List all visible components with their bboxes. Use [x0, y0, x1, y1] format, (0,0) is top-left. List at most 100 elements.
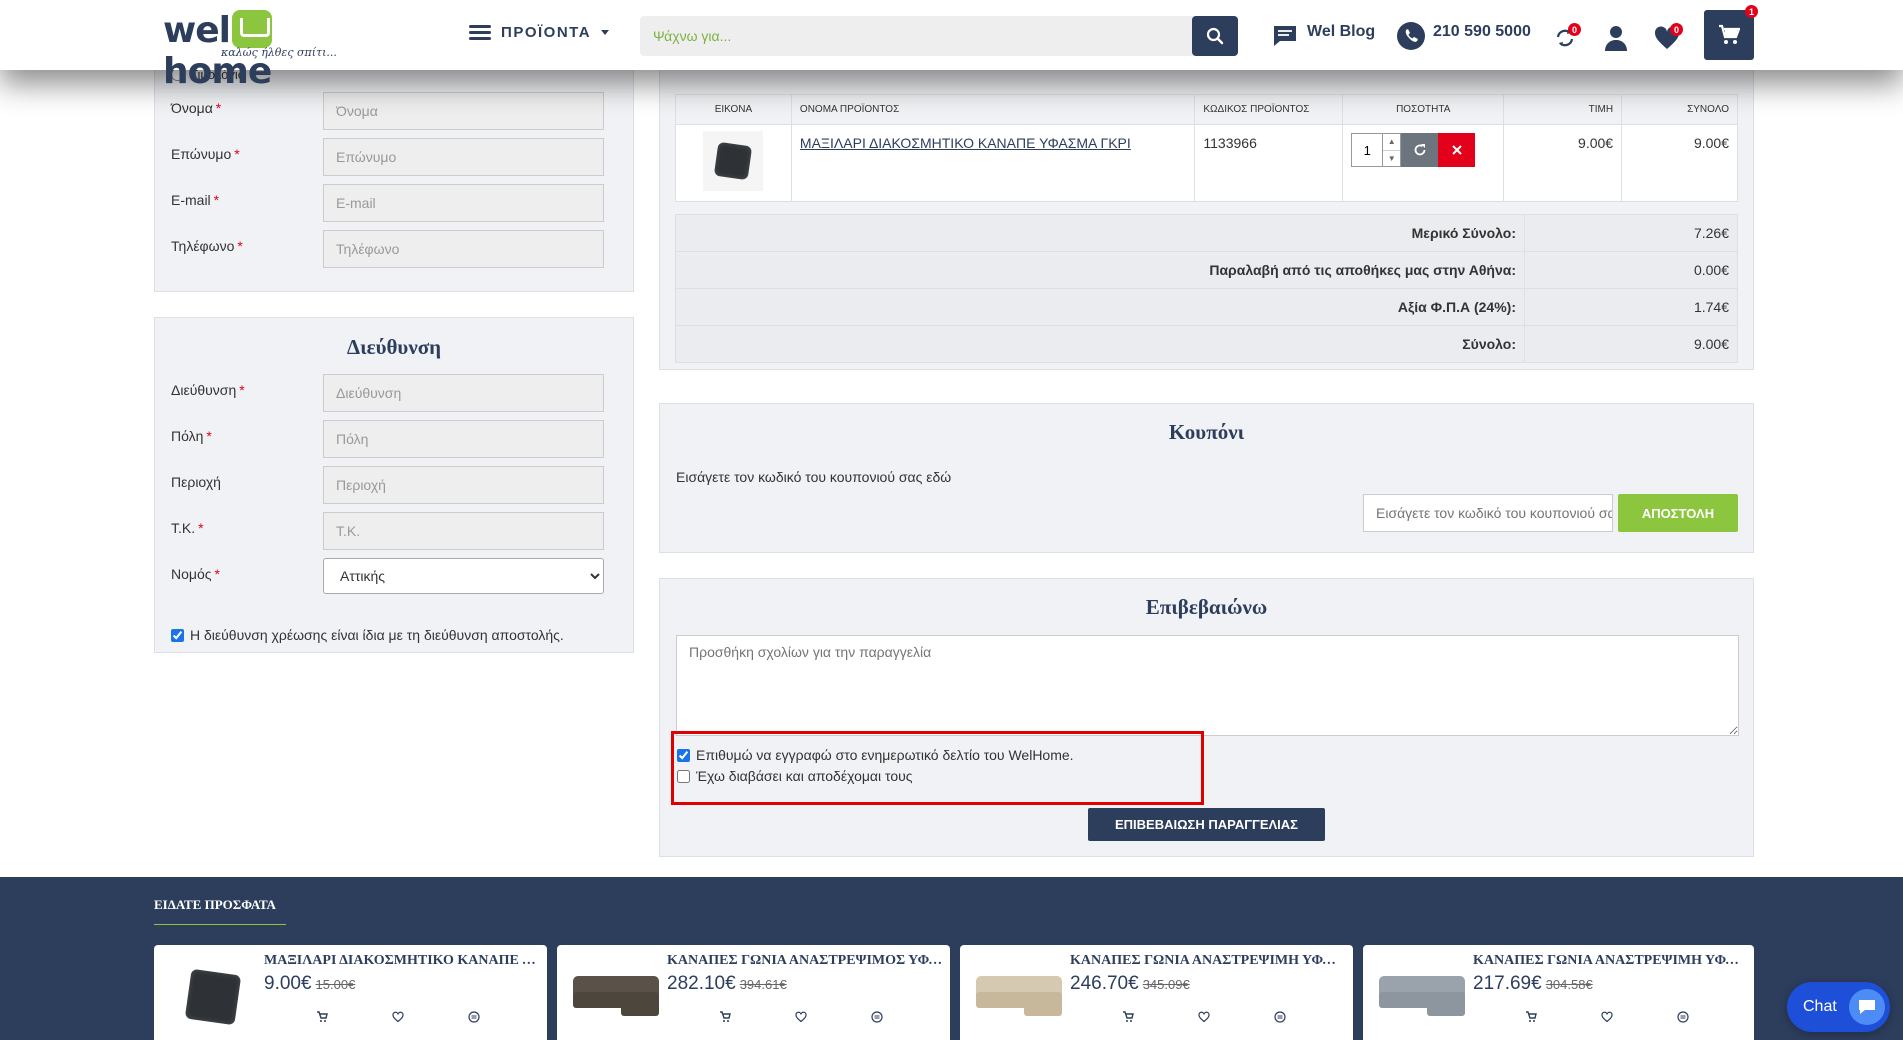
email-field[interactable] [323, 184, 604, 222]
same-billing-checkbox[interactable] [171, 628, 184, 642]
newsletter-option[interactable]: Επιθυμώ να εγγραφώ στο ενημερωτικό δελτί… [677, 747, 1074, 763]
compare-icon[interactable] [869, 1009, 885, 1025]
recent-product-card[interactable]: ΚΑΝΑΠΕΣ ΓΩΝΙΑ ΑΝΑΣΤΡΕΨΙΜΟΣ ΥΦΑΣΜΑ 282.10… [557, 945, 950, 1040]
newsletter-checkbox[interactable] [677, 748, 690, 762]
compare-icon[interactable] [1272, 1009, 1288, 1025]
totals-row: Σύνολο: 9.00€ [675, 325, 1738, 363]
add-to-cart-icon[interactable] [717, 1009, 733, 1025]
terms-checkbox[interactable] [677, 769, 690, 783]
recent-product-price: 217.69€ 304.58€ [1473, 973, 1593, 994]
phone-label: Τηλέφωνο * [171, 238, 243, 254]
recent-product-old-price: 345.09€ [1142, 977, 1190, 992]
quantity-spinner[interactable]: ▲ ▼ [1383, 133, 1402, 167]
recently-viewed-section: ΕΙΔΑΤΕ ΠΡΟΣΦΑΤΑ ΜΑΞΙΛΑΡΙ ΔΙΑΚΟΣΜΗΤΙΚΟ ΚΑ… [0, 877, 1903, 1040]
search-input[interactable] [640, 16, 1192, 56]
prefecture-select[interactable]: Αττικής [323, 558, 604, 594]
same-billing-option[interactable]: Η διεύθυνση χρέωσης είναι ίδια με τη διε… [171, 627, 564, 643]
subtotal-value: 7.26€ [1524, 214, 1738, 252]
chair-logo-icon [232, 10, 273, 48]
recent-product-actions [314, 1009, 482, 1025]
cart-item-quantity-cell: ▲▼ [1342, 124, 1505, 202]
recent-product-image[interactable] [972, 957, 1066, 1037]
update-quantity-button[interactable] [1401, 133, 1439, 167]
col-name: ΟΝΟΜΑ ΠΡΟΪΟΝΤΟΣ [790, 94, 1196, 125]
cart-item-price: 9.00€ [1503, 124, 1623, 202]
wishlist-icon[interactable] [390, 1009, 406, 1025]
phone-row: Τηλέφωνο * [171, 230, 633, 268]
wishlist-count-badge: 0 [1670, 23, 1683, 36]
recent-product-image[interactable] [569, 957, 663, 1037]
refresh-icon [1414, 144, 1426, 156]
recently-viewed-title: ΕΙΔΑΤΕ ΠΡΟΣΦΑΤΑ [154, 897, 276, 912]
street-field[interactable] [323, 374, 604, 412]
wishlist-icon[interactable] [793, 1009, 809, 1025]
col-quantity: ΠΟΣΟΤΗΤΑ [1342, 94, 1505, 125]
cart-item-name-link[interactable]: ΜΑΞΙΛΑΡΙ ΔΙΑΚΟΣΜΗΤΙΚΟ ΚΑΝΑΠΕ ΥΦΑΣΜΑ ΓΚΡΙ [800, 135, 1131, 151]
close-icon [1452, 145, 1462, 155]
recent-product-image[interactable] [1375, 957, 1469, 1037]
last-name-field[interactable] [323, 138, 604, 176]
city-row: Πόλη * [171, 420, 633, 458]
recent-product-card[interactable]: ΜΑΞΙΛΑΡΙ ΔΙΑΚΟΣΜΗΤΙΚΟ ΚΑΝΑΠΕ ΥΦΑΣΜΑ ΓΚΡΙ… [154, 945, 547, 1040]
last-name-label: Επώνυμο * [171, 146, 240, 162]
area-field[interactable] [323, 466, 604, 504]
cart-item-name-cell: ΜΑΞΙΛΑΡΙ ΔΙΑΚΟΣΜΗΤΙΚΟ ΚΑΝΑΠΕ ΥΦΑΣΜΑ ΓΚΡΙ [790, 124, 1196, 202]
area-label: Περιοχή [171, 474, 221, 490]
chat-widget-button[interactable]: Chat [1787, 982, 1890, 1032]
confirm-order-button[interactable]: ΕΠΙΒΕΒΑΙΩΣΗ ΠΑΡΑΓΓΕΛΙΑΣ [1088, 808, 1325, 841]
phone-field[interactable] [323, 230, 604, 268]
recent-product-name[interactable]: ΚΑΝΑΠΕΣ ΓΩΝΙΑ ΑΝΑΣΤΡΕΨΙΜΟΣ ΥΦΑΣΜΑ [667, 953, 943, 969]
col-total: ΣΥΝΟΛΟ [1621, 94, 1738, 125]
order-comments-field[interactable] [676, 635, 1739, 736]
wishlist-icon[interactable] [1196, 1009, 1212, 1025]
site-logo[interactable]: welhome καλώς ήλθες σπίτι... [163, 8, 339, 92]
coupon-submit-button[interactable]: ΑΠΟΣΤΟΛΗ [1618, 494, 1738, 532]
account-link[interactable] [1604, 25, 1628, 51]
recent-product-image[interactable] [166, 957, 260, 1037]
first-name-field[interactable] [323, 92, 604, 130]
recent-product-card[interactable]: ΚΑΝΑΠΕΣ ΓΩΝΙΑ ΑΝΑΣΤΡΕΨΙΜΗ ΥΦΑΣΜΑ 217.69€… [1363, 945, 1754, 1040]
postcode-label: Τ.Κ. * [171, 520, 204, 536]
phone-link[interactable]: 210 590 5000 [1397, 22, 1531, 50]
recent-product-name[interactable]: ΜΑΞΙΛΑΡΙ ΔΙΑΚΟΣΜΗΤΙΚΟ ΚΑΝΑΠΕ ΥΦΑΣΜΑ ΓΚΡΙ [264, 953, 540, 969]
add-to-cart-icon[interactable] [1120, 1009, 1136, 1025]
first-name-row: Όνομα * [171, 92, 633, 130]
street-row: Διεύθυνση * [171, 374, 633, 412]
blog-link[interactable]: Wel Blog [1271, 22, 1375, 50]
cart-item-image[interactable] [703, 131, 764, 191]
shipping-label: Παραλαβή από τις αποθήκες μας στην Αθήνα… [675, 251, 1525, 289]
grand-total-label: Σύνολο: [675, 325, 1525, 363]
hamburger-icon [469, 24, 491, 41]
add-to-cart-icon[interactable] [314, 1009, 330, 1025]
chat-bubble-icon [1274, 26, 1296, 46]
recent-product-actions [1523, 1009, 1691, 1025]
chevron-down-icon[interactable]: ▼ [1383, 151, 1400, 167]
recent-product-old-price: 15.00€ [315, 977, 356, 992]
wishlist-link[interactable]: 0 [1654, 23, 1683, 50]
subtotal-label: Μερικό Σύνολο: [675, 214, 1525, 252]
coupon-input[interactable] [1363, 494, 1613, 532]
city-field[interactable] [323, 420, 604, 458]
col-image: ΕΙΚΟΝΑ [675, 94, 792, 125]
compare-icon[interactable] [466, 1009, 482, 1025]
compare-link[interactable]: 0 [1553, 23, 1581, 50]
recent-product-old-price: 394.61€ [739, 977, 787, 992]
search-button[interactable] [1192, 16, 1238, 56]
postcode-field[interactable] [323, 512, 604, 550]
compare-icon[interactable] [1675, 1009, 1691, 1025]
terms-option[interactable]: Έχω διαβάσει και αποδέχομαι τους [677, 768, 913, 784]
recent-product-price: 246.70€ 345.09€ [1070, 973, 1190, 994]
cart-button[interactable]: 1 [1704, 5, 1758, 60]
recent-product-name[interactable]: ΚΑΝΑΠΕΣ ΓΩΝΙΑ ΑΝΑΣΤΡΕΨΙΜΗ ΥΦΑΣΜΑ [1473, 953, 1749, 969]
products-menu-toggle[interactable]: ΠΡΟΪΟΝΤΑ [469, 24, 610, 41]
title-underline [154, 924, 286, 925]
add-to-cart-icon[interactable] [1523, 1009, 1539, 1025]
quantity-input[interactable] [1351, 133, 1384, 167]
chevron-up-icon[interactable]: ▲ [1383, 134, 1401, 151]
address-title: Διεύθυνση [346, 335, 442, 359]
recent-product-card[interactable]: ΚΑΝΑΠΕΣ ΓΩΝΙΑ ΑΝΑΣΤΡΕΨΙΜΗ ΥΦΑΣΜΑ 246.70€… [960, 945, 1353, 1040]
recent-product-name[interactable]: ΚΑΝΑΠΕΣ ΓΩΝΙΑ ΑΝΑΣΤΡΕΨΙΜΗ ΥΦΑΣΜΑ [1070, 953, 1346, 969]
remove-item-button[interactable] [1438, 133, 1476, 167]
cart-item-total: 9.00€ [1621, 124, 1738, 202]
wishlist-icon[interactable] [1599, 1009, 1615, 1025]
